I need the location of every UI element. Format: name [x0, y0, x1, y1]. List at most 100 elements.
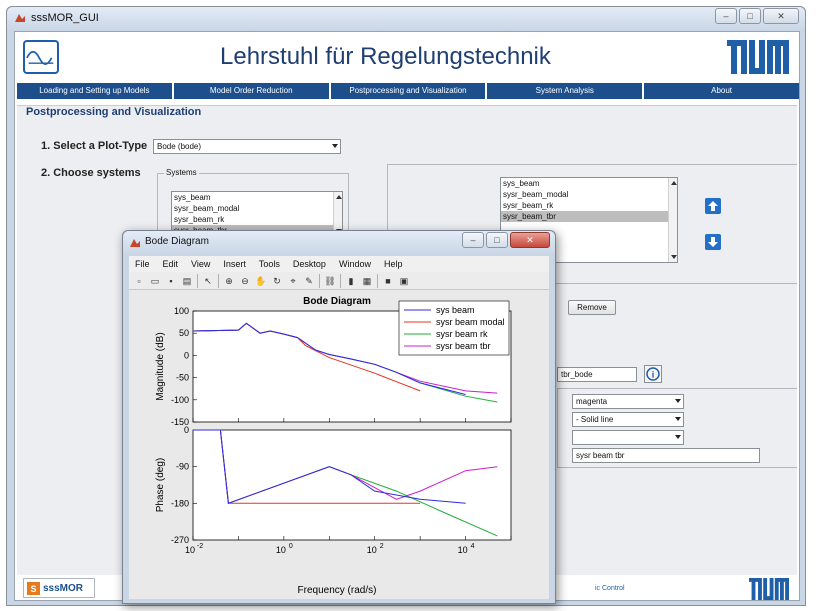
main-titlebar[interactable]: sssMOR_GUI – □ ✕	[7, 7, 805, 31]
bode-figure-window: Bode Diagram – □ ✕ File Edit View Insert…	[122, 230, 556, 604]
chevron-down-icon	[675, 417, 681, 421]
x-tick-exponent: -2	[197, 543, 203, 550]
banner: Lehrstuhl für Regelungstechnik	[15, 32, 799, 80]
sssmor-logo-icon: S	[27, 582, 40, 595]
chevron-down-icon	[675, 399, 681, 403]
menu-view[interactable]: View	[191, 256, 210, 272]
new-file-icon[interactable]: ▫	[133, 275, 145, 287]
legend-label: sysr beam modal	[436, 317, 505, 327]
plot-type-dropdown[interactable]: Bode (bode)	[153, 139, 341, 154]
chevron-down-icon	[332, 144, 338, 148]
hide-tools-icon[interactable]: ■	[382, 275, 394, 287]
rotate-icon[interactable]: ↻	[271, 275, 283, 287]
x-tick-label: 10	[276, 545, 286, 555]
marker-dropdown[interactable]	[572, 430, 684, 445]
tab-model-order-reduction[interactable]: Model Order Reduction	[173, 83, 329, 99]
colorbar-icon[interactable]: ▮	[345, 275, 357, 287]
plot-type-value: Bode (bode)	[157, 142, 202, 151]
tab-postprocessing[interactable]: Postprocessing and Visualization	[330, 83, 486, 99]
svg-text:S: S	[30, 584, 36, 594]
menu-file[interactable]: File	[135, 256, 150, 272]
legend-label: sysr beam tbr	[436, 341, 491, 351]
choose-systems-label: 2. Choose systems	[41, 167, 141, 179]
figure-minimize-button[interactable]: –	[462, 232, 484, 248]
tab-system-analysis[interactable]: System Analysis	[487, 83, 643, 99]
toolbar-separator	[218, 273, 219, 288]
menu-desktop[interactable]: Desktop	[293, 256, 326, 272]
zoom-in-icon[interactable]: ⊕	[223, 275, 235, 287]
y-tick-label: -180	[171, 498, 189, 508]
scroll-up-icon[interactable]	[671, 181, 677, 185]
linestyle-value: - Solid line	[576, 415, 614, 424]
figure-close-button[interactable]: ✕	[510, 232, 550, 248]
tab-about[interactable]: About	[644, 83, 799, 99]
figure-maximize-button[interactable]: □	[486, 232, 508, 248]
print-icon[interactable]: ▤	[181, 275, 193, 287]
y-tick-label: 0	[184, 425, 189, 435]
minimize-button[interactable]: –	[715, 8, 737, 24]
menu-insert[interactable]: Insert	[223, 256, 246, 272]
x-tick-label: 10	[185, 545, 195, 555]
link-icon[interactable]: ⛓	[324, 275, 336, 287]
info-icon[interactable]: i	[644, 365, 662, 383]
maximize-button[interactable]: □	[739, 8, 761, 24]
show-tools-icon[interactable]: ▣	[398, 275, 410, 287]
color-dropdown[interactable]: magenta	[572, 394, 684, 409]
figure-title: Bode Diagram	[145, 236, 209, 247]
y-tick-label: -90	[176, 462, 189, 472]
color-value: magenta	[576, 397, 608, 406]
footer-text: ic Control	[595, 585, 625, 592]
list-item[interactable]: sysr_beam_modal	[172, 203, 342, 214]
list-item[interactable]: sys_beam	[501, 178, 677, 189]
scroll-up-icon[interactable]	[336, 195, 342, 199]
x-tick-label: 10	[367, 545, 377, 555]
save-icon[interactable]: ▪	[165, 275, 177, 287]
matlab-icon	[130, 239, 140, 247]
menu-edit[interactable]: Edit	[163, 256, 179, 272]
brush-icon[interactable]: ✎	[303, 275, 315, 287]
y-tick-label: -270	[171, 535, 189, 545]
figure-titlebar[interactable]: Bode Diagram – □ ✕	[123, 231, 555, 255]
panel-title: Postprocessing and Visualization	[23, 106, 205, 118]
list-item[interactable]: sysr_beam_tbr	[501, 211, 677, 222]
legend-icon[interactable]: ▦	[361, 275, 373, 287]
move-up-button[interactable]	[705, 198, 721, 214]
toolbar-separator	[377, 273, 378, 288]
scrollbar[interactable]	[668, 178, 677, 262]
tab-loading[interactable]: Loading and Setting up Models	[17, 83, 172, 99]
pointer-icon[interactable]: ↖	[202, 275, 214, 287]
close-button[interactable]: ✕	[763, 8, 799, 24]
menu-help[interactable]: Help	[384, 256, 403, 272]
scroll-down-icon[interactable]	[671, 255, 677, 259]
data-cursor-icon[interactable]: ⌖	[287, 275, 299, 287]
list-item[interactable]: sys_beam	[172, 192, 342, 203]
plot-area	[192, 429, 512, 541]
figure-menubar: File Edit View Insert Tools Desktop Wind…	[129, 256, 549, 272]
y-tick-label: 0	[184, 350, 189, 360]
linestyle-dropdown[interactable]: - Solid line	[572, 412, 684, 427]
banner-title: Lehrstuhl für Regelungstechnik	[220, 43, 551, 70]
remove-button[interactable]: Remove	[568, 300, 616, 315]
plot-name-field[interactable]: tbr_bode	[557, 367, 637, 382]
chevron-down-icon	[675, 435, 681, 439]
plot-type-label: 1. Select a Plot-Type	[41, 140, 148, 152]
systems-groupbox-title: Systems	[164, 168, 199, 177]
x-tick-exponent: 0	[289, 543, 293, 550]
list-item[interactable]: sysr_beam_rk	[501, 200, 677, 211]
menu-window[interactable]: Window	[339, 256, 371, 272]
tum-logo-icon	[727, 40, 789, 74]
bode-chart[interactable]: Bode Diagram Frequency (rad/s) 100500-50…	[129, 290, 549, 599]
figure-canvas: Bode Diagram Frequency (rad/s) 100 50 0 -50…	[129, 290, 549, 599]
y-axis-label: Magnitude (dB)	[155, 332, 166, 400]
x-tick-exponent: 2	[380, 543, 384, 550]
open-icon[interactable]: ▭	[149, 275, 161, 287]
pan-icon[interactable]: ✋	[255, 275, 267, 287]
legend-entry-field[interactable]: sysr beam tbr	[572, 448, 760, 463]
move-down-button[interactable]	[705, 234, 721, 250]
list-item[interactable]: sysr_beam_modal	[501, 189, 677, 200]
zoom-out-icon[interactable]: ⊖	[239, 275, 251, 287]
x-tick-exponent: 4	[471, 543, 475, 550]
menu-tools[interactable]: Tools	[259, 256, 280, 272]
legend-label: sys beam	[436, 305, 475, 315]
list-item[interactable]: sysr_beam_rk	[172, 214, 342, 225]
